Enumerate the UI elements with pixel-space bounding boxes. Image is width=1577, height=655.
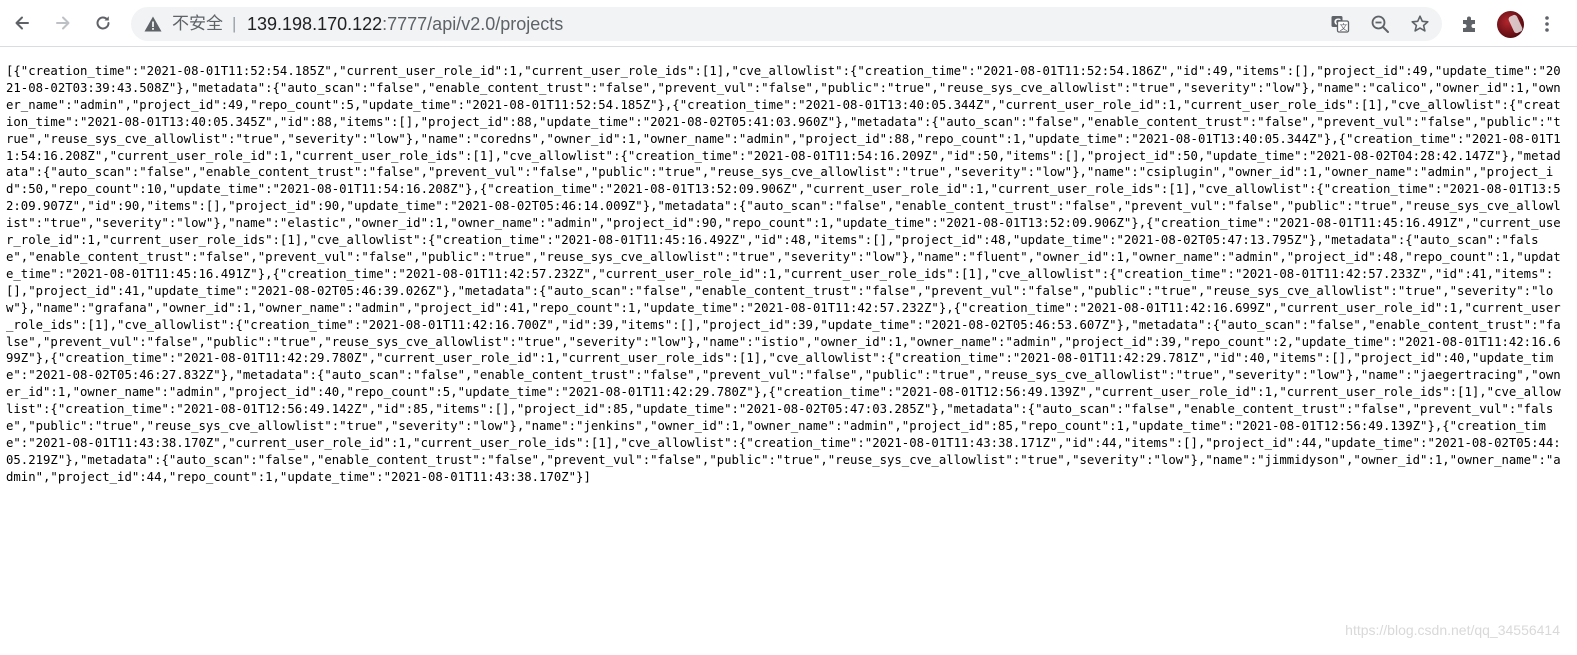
extensions-puzzle-icon xyxy=(1463,16,1475,32)
not-secure-label[interactable]: 不安全 xyxy=(172,14,223,34)
page-content: [{"creation_time":"2021-08-01T11:52:54.1… xyxy=(6,63,1568,486)
url-host: 139.198.170.122 xyxy=(247,14,383,34)
zoom-out-icon xyxy=(1371,15,1389,33)
browser-toolbar: 不安全 | 139.198.170.122:7777/api/v2.0/proj… xyxy=(0,0,1577,47)
profile-avatar[interactable] xyxy=(1497,11,1524,38)
menu-dots-icon xyxy=(1545,16,1549,32)
back-button[interactable] xyxy=(7,8,37,38)
json-response-text: [{"creation_time":"2021-08-01T11:52:54.1… xyxy=(6,64,1561,484)
extensions-button[interactable] xyxy=(1459,13,1481,35)
url-path: :7777/api/v2.0/projects xyxy=(382,14,564,34)
translate-button[interactable]: G 文 xyxy=(1330,14,1350,34)
forward-button[interactable] xyxy=(48,8,78,38)
csdn-watermark: https://blog.csdn.net/qq_34556414 xyxy=(1345,622,1560,638)
bookmark-star-icon xyxy=(1411,15,1429,32)
svg-text:文: 文 xyxy=(1340,22,1348,32)
zoom-button[interactable] xyxy=(1370,14,1390,34)
address-bar[interactable]: 不安全 | 139.198.170.122:7777/api/v2.0/proj… xyxy=(131,7,1442,41)
reload-icon xyxy=(96,16,110,30)
bookmark-button[interactable] xyxy=(1410,14,1430,34)
browser-menu-button[interactable] xyxy=(1536,13,1558,35)
back-arrow-icon xyxy=(15,16,29,30)
url-text[interactable]: 139.198.170.122:7777/api/v2.0/projects xyxy=(247,13,563,35)
translate-icon: G 文 xyxy=(1331,16,1350,33)
forward-arrow-icon xyxy=(56,16,70,30)
address-separator: | xyxy=(232,14,237,33)
reload-button[interactable] xyxy=(88,8,118,38)
warning-triangle-icon[interactable] xyxy=(143,14,163,34)
